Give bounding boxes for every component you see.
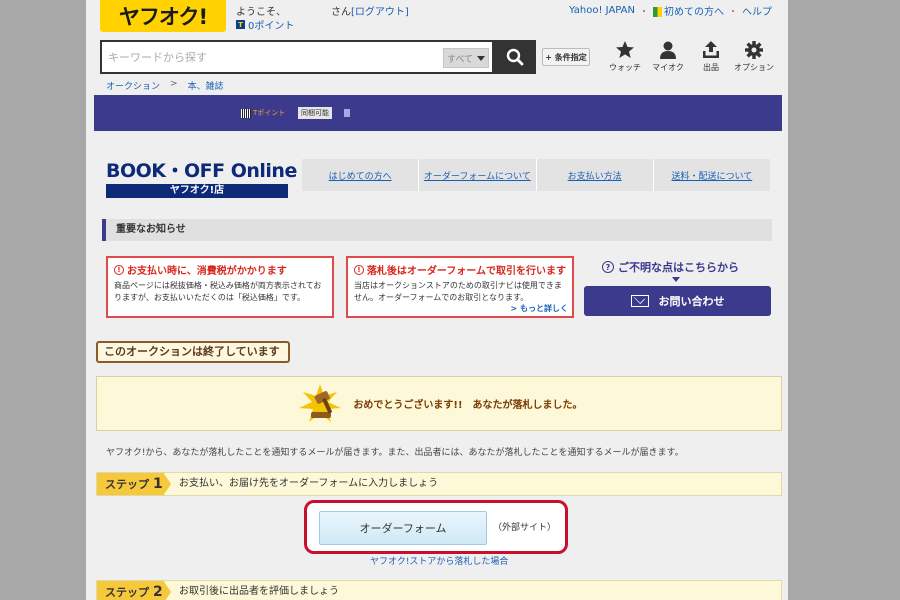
help-question-text: ご不明な点はこちらから bbox=[618, 261, 739, 274]
watch-nav[interactable]: ウォッチ bbox=[605, 40, 645, 73]
warning-icon: ! bbox=[354, 264, 364, 275]
sell-nav[interactable]: 出品 bbox=[691, 40, 731, 73]
tpoint-tag: Tポイント bbox=[241, 108, 285, 118]
yahoo-auction-logo[interactable]: ヤフオク! bbox=[100, 0, 226, 32]
envelope-icon bbox=[630, 295, 649, 307]
beginner-link[interactable]: 初めての方へ bbox=[653, 3, 724, 18]
notification-info-text: ヤフオク!から、あなたが落札したことを通知するメールが届きます。また、出品者には… bbox=[106, 448, 684, 458]
logo-text: ヤフオク! bbox=[118, 5, 208, 29]
myauction-nav[interactable]: マイオク bbox=[648, 40, 688, 73]
step-1-bar: ステップ 1 お支払い、お届け先をオーダーフォームに入力しましょう bbox=[96, 472, 782, 496]
bookoff-logo-text: BOOK・OFF Online bbox=[106, 160, 297, 182]
page: ヤフオク! ようこそ、 T 0ポイント さん[ログアウト] Yahoo! JAPA… bbox=[86, 0, 788, 600]
logout-link[interactable]: [ログアウト] bbox=[351, 7, 409, 18]
step-1-badge: ステップ 1 bbox=[97, 473, 171, 495]
link-separator: ・ bbox=[728, 7, 738, 18]
step-2-badge: ステップ 2 bbox=[97, 581, 171, 600]
order-notice-text: 当店はオークションストアのための取引ナビは使用できません。オーダーフォームでのお… bbox=[354, 281, 562, 302]
search-input[interactable] bbox=[104, 44, 434, 70]
order-form-notice-box: ! 落札後はオーダーフォームで取引を行います 当店はオークションストアのための取引… bbox=[346, 256, 574, 318]
nav-shipping[interactable]: 送料・配送について bbox=[652, 159, 770, 191]
step-1-label: ステップ bbox=[105, 478, 149, 491]
category-select[interactable]: すべて bbox=[443, 48, 489, 68]
tax-notice-title: ! お支払い時に、消費税がかかります bbox=[114, 262, 326, 277]
upload-icon bbox=[703, 41, 719, 58]
chevron-down-icon bbox=[672, 277, 680, 282]
tax-notice-title-text: お支払い時に、消費税がかかります bbox=[127, 266, 287, 277]
tpoint-icon: T bbox=[236, 20, 245, 29]
search-icon bbox=[506, 48, 524, 66]
myauction-label: マイオク bbox=[652, 63, 684, 72]
step-2-text: お取引後に出品者を評価しましょう bbox=[179, 586, 339, 597]
condition-button[interactable]: + 条件指定 bbox=[542, 48, 590, 66]
step-2-bar: ステップ 2 お取引後に出品者を評価しましょう bbox=[96, 580, 782, 600]
options-label: オプション bbox=[734, 63, 774, 72]
points-display[interactable]: T 0ポイント bbox=[236, 17, 294, 32]
breadcrumb-auction[interactable]: オークション bbox=[106, 79, 160, 92]
user-greeting: さん[ログアウト] bbox=[331, 3, 409, 18]
nav-beginner[interactable]: はじめての方へ bbox=[302, 159, 418, 191]
gavel-icon bbox=[295, 382, 345, 426]
congratulations-box: おめでとうございます!! あなたが落札しました。 bbox=[96, 376, 782, 431]
user-icon bbox=[660, 41, 676, 59]
flag-icon bbox=[344, 109, 350, 117]
gear-icon bbox=[745, 41, 763, 59]
welcome-text: ようこそ、 bbox=[236, 7, 286, 18]
step-1-number: 1 bbox=[153, 476, 163, 492]
link-separator: ・ bbox=[639, 7, 649, 18]
sell-label: 出品 bbox=[703, 63, 719, 72]
step-2-number: 2 bbox=[153, 584, 163, 600]
watch-label: ウォッチ bbox=[609, 63, 641, 72]
breadcrumb: オークション > 本、雑誌 bbox=[106, 79, 224, 92]
beginner-link-label: 初めての方へ bbox=[664, 7, 724, 18]
store-nav: はじめての方へ オーダーフォームについて お支払い方法 送料・配送について bbox=[302, 159, 770, 191]
points-text: 0ポイント bbox=[248, 21, 295, 32]
user-suffix: さん bbox=[331, 7, 351, 18]
breadcrumb-separator: > bbox=[170, 79, 178, 89]
nav-order-form[interactable]: オーダーフォームについて bbox=[418, 159, 535, 191]
nav-payment[interactable]: お支払い方法 bbox=[535, 159, 653, 191]
step-1-text: お支払い、お届け先をオーダーフォームに入力しましょう bbox=[179, 478, 439, 489]
tpoint-tag-label: Tポイント bbox=[253, 109, 286, 117]
step-2-label: ステップ bbox=[105, 586, 149, 599]
help-link[interactable]: ヘルプ bbox=[742, 3, 772, 18]
bundle-tag: 同梱可能 bbox=[298, 107, 332, 119]
order-form-highlight: オーダーフォーム （外部サイト） bbox=[304, 500, 568, 554]
search-box: すべて bbox=[100, 40, 494, 74]
chevron-down-icon bbox=[477, 55, 485, 61]
help-question[interactable]: ? ご不明な点はこちらから bbox=[602, 259, 739, 275]
yahoo-japan-link[interactable]: Yahoo! JAPAN bbox=[569, 5, 635, 16]
order-notice-title-text: 落札後はオーダーフォームで取引を行います bbox=[366, 266, 566, 277]
beginner-icon bbox=[653, 7, 662, 17]
tax-notice-text: 商品ページには税抜価格・税込み価格が両方表示されておりますが、お支払いいただくの… bbox=[114, 281, 322, 302]
options-nav[interactable]: オプション bbox=[734, 40, 774, 73]
bookoff-logo[interactable]: BOOK・OFF Online ヤフオク!店 bbox=[106, 160, 297, 200]
order-notice-title: ! 落札後はオーダーフォームで取引を行います bbox=[354, 262, 566, 277]
question-icon: ? bbox=[602, 261, 614, 273]
contact-button[interactable]: お問い合わせ bbox=[584, 286, 771, 316]
congratulations-text: おめでとうございます!! あなたが落札しました。 bbox=[353, 400, 583, 411]
store-purchase-link[interactable]: ヤフオク!ストアから落札した場合 bbox=[370, 554, 508, 567]
star-icon bbox=[616, 41, 634, 58]
more-details-link[interactable]: > もっと詳しく bbox=[511, 303, 569, 314]
barcode-icon bbox=[241, 108, 251, 118]
store-banner: Tポイント 同梱可能 bbox=[94, 95, 782, 131]
search-button[interactable] bbox=[494, 40, 536, 74]
top-links: Yahoo! JAPAN ・ 初めての方へ・ ヘルプ bbox=[569, 3, 772, 18]
auction-ended-label: このオークションは終了しています bbox=[96, 341, 290, 363]
bookoff-logo-subtitle: ヤフオク!店 bbox=[106, 184, 288, 198]
external-site-label: （外部サイト） bbox=[493, 523, 557, 533]
category-value: すべて bbox=[446, 54, 473, 65]
order-form-button[interactable]: オーダーフォーム bbox=[319, 511, 487, 545]
tax-notice-box: ! お支払い時に、消費税がかかります 商品ページには税抜価格・税込み価格が両方表示… bbox=[106, 256, 334, 318]
breadcrumb-books[interactable]: 本、雑誌 bbox=[188, 79, 224, 92]
important-notice-heading: 重要なお知らせ bbox=[102, 219, 772, 241]
warning-icon: ! bbox=[114, 264, 124, 275]
contact-button-label: お問い合わせ bbox=[658, 295, 725, 308]
